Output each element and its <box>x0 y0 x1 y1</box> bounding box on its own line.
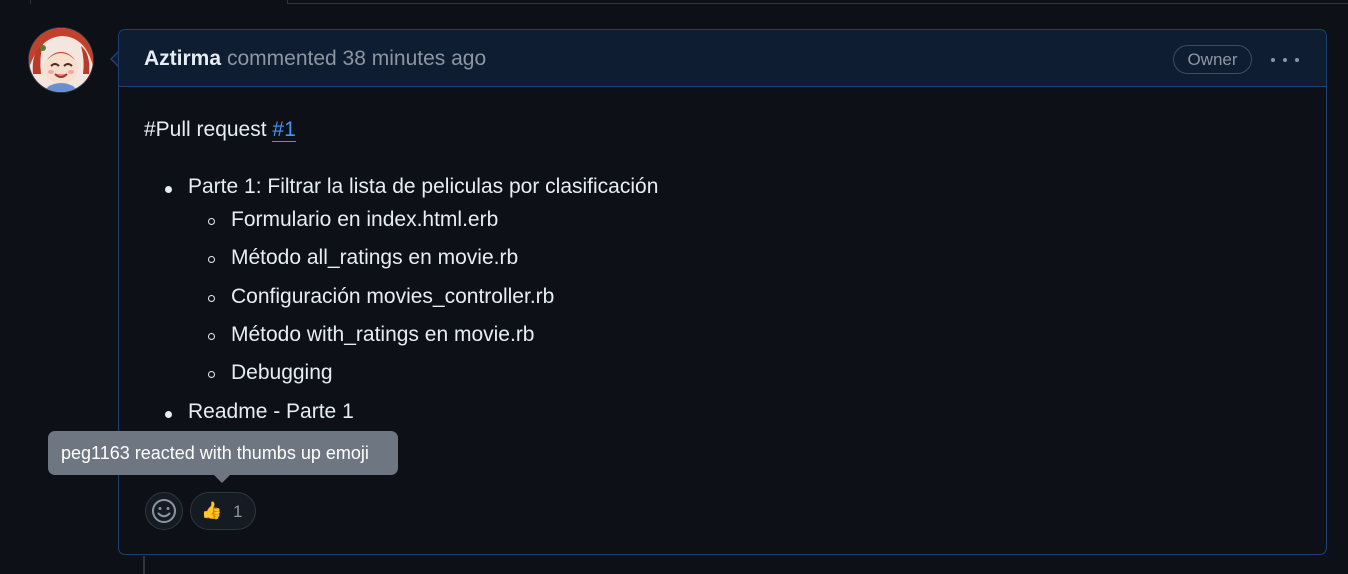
user-avatar-image <box>29 28 93 92</box>
bullet <box>208 295 215 302</box>
owner-badge: Owner <box>1173 45 1252 74</box>
bullet <box>208 218 215 225</box>
list-item: Configuración movies_controller.rb <box>231 285 555 308</box>
comment-box: Aztirma commented 38 minutes ago Owner #… <box>118 29 1327 555</box>
pull-request-prefix: #Pull request <box>144 118 273 141</box>
tooltip-arrow <box>214 475 230 483</box>
list-item: Debugging <box>231 361 333 384</box>
bullet <box>165 186 172 193</box>
pull-request-link[interactable]: #1 <box>272 118 296 142</box>
list-item: Método all_ratings en movie.rb <box>231 246 519 269</box>
comment-timestamp[interactable]: commented 38 minutes ago <box>227 47 486 71</box>
comment-author[interactable]: Aztirma <box>144 47 221 71</box>
list-item: Parte 1: Filtrar la lista de peliculas p… <box>188 175 659 198</box>
smiley-icon <box>152 499 176 523</box>
kebab-horizontal-icon[interactable] <box>1269 48 1301 72</box>
pull-request-line: #Pull request #1 <box>144 118 296 142</box>
divider <box>288 3 1348 4</box>
bullet <box>208 333 215 340</box>
reaction-tooltip: peg1163 reacted with thumbs up emoji <box>48 431 398 475</box>
page: Aztirma commented 38 minutes ago Owner #… <box>0 0 1348 574</box>
divider <box>30 0 31 4</box>
add-reaction-button[interactable] <box>145 492 183 530</box>
bullet <box>208 371 215 378</box>
comment-header: Aztirma commented 38 minutes ago Owner <box>119 30 1326 87</box>
thumbs-up-reaction-button[interactable]: 👍 1 <box>190 492 256 530</box>
list-item: Readme - Parte 1 <box>188 400 354 423</box>
avatar[interactable] <box>29 28 93 92</box>
bullet <box>208 256 215 263</box>
reaction-count: 1 <box>233 502 243 521</box>
list-item: Método with_ratings en movie.rb <box>231 323 535 346</box>
thumbs-up-icon: 👍 <box>201 501 223 520</box>
timeline-line <box>143 556 145 574</box>
bullet <box>165 411 172 418</box>
list-item: Formulario en index.html.erb <box>231 208 499 231</box>
